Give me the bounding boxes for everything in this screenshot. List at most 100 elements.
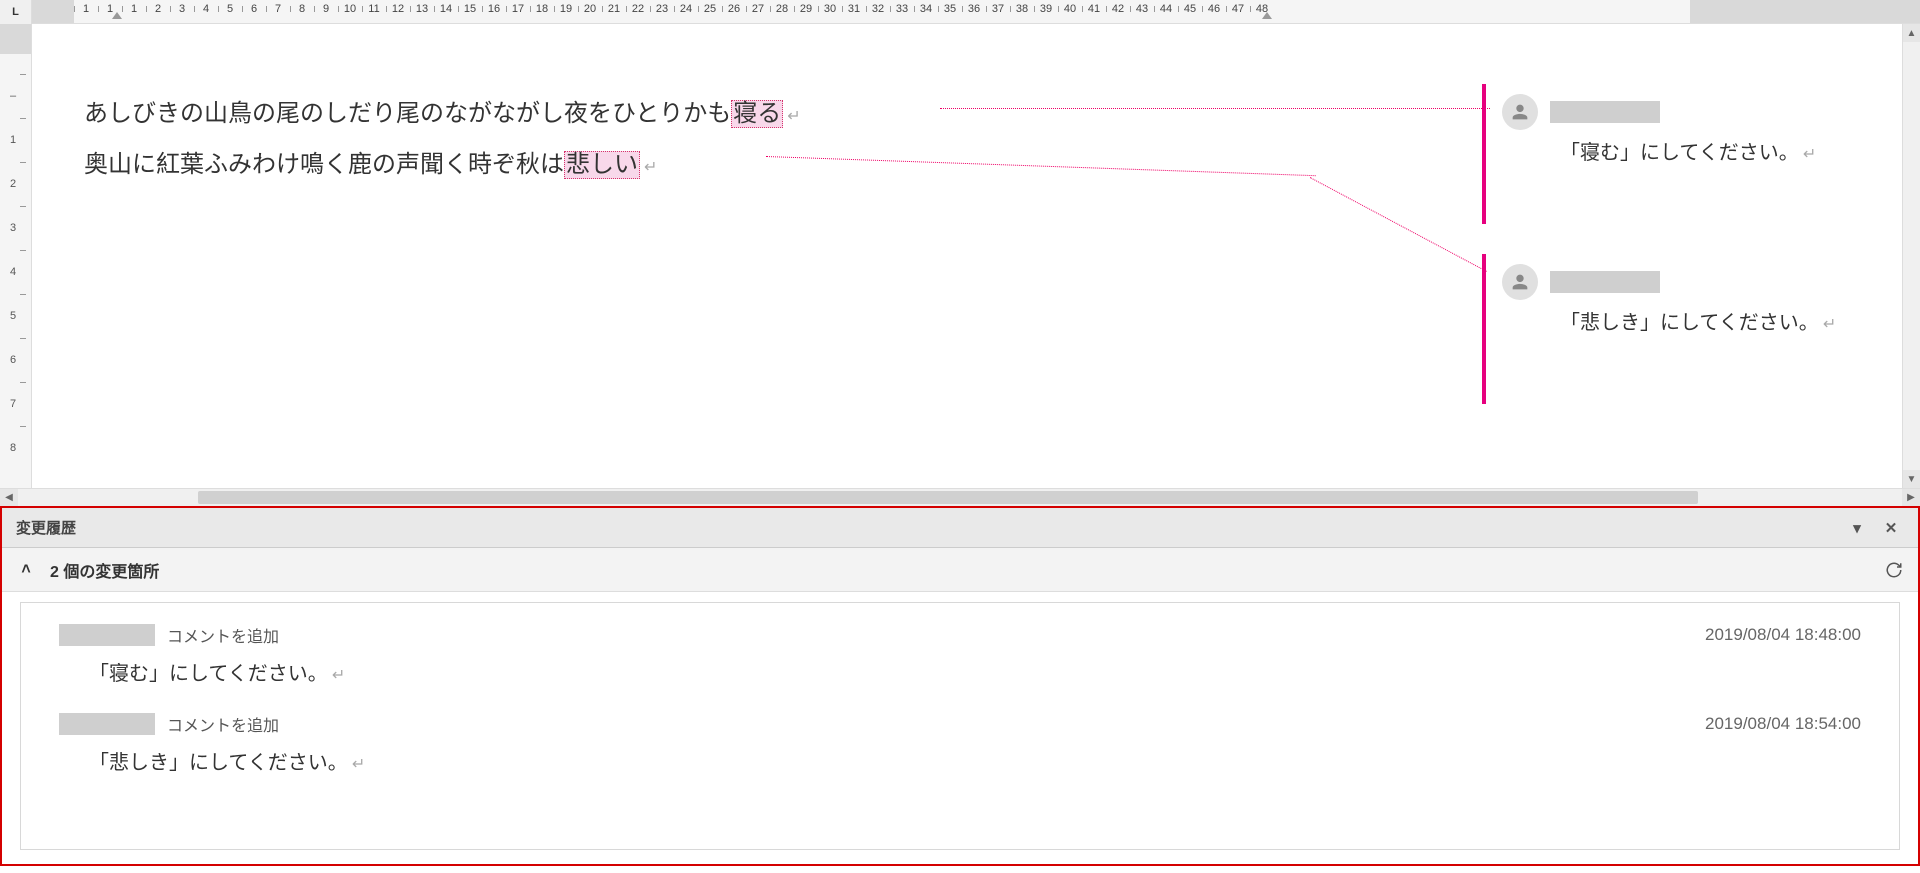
ruler-tick: 7 — [266, 3, 290, 15]
scroll-down-arrow-icon[interactable]: ▼ — [1903, 470, 1920, 488]
ruler-tick: 41 — [1082, 3, 1106, 15]
comment-bar-1 — [1482, 84, 1486, 224]
ruler-tick: 42 — [1106, 3, 1130, 15]
paragraph-mark: ↵ — [787, 108, 800, 125]
change-item[interactable]: コメントを追加 2019/08/04 18:54:00 「悲しき」にしてください… — [59, 712, 1861, 775]
scroll-up-arrow-icon[interactable]: ▲ — [1903, 24, 1920, 42]
paragraph-mark: ↵ — [1803, 146, 1816, 163]
change-author — [59, 624, 155, 646]
ruler-tick: 23 — [650, 3, 674, 15]
change-count-label: 2 個の変更箇所 — [50, 558, 159, 582]
comment-author — [1550, 101, 1660, 123]
ruler-tick: 46 — [1202, 3, 1226, 15]
scroll-track[interactable] — [18, 489, 1902, 506]
text-run[interactable]: 奥山に紅葉ふみわけ鳴く鹿の声聞く時ぞ秋は — [84, 152, 564, 178]
vertical-scrollbar[interactable]: ▲ ▼ — [1902, 24, 1920, 488]
ruler-tick: 47 — [1226, 3, 1250, 15]
ruler-tick: 16 — [482, 3, 506, 15]
comment-body[interactable]: 「寝む」にしてください。↵ — [1502, 136, 1892, 165]
reviewing-pane: 変更履歴 ▾ ✕ ˄ 2 個の変更箇所 コメントを追加 2019/08/04 1… — [0, 506, 1920, 866]
change-list[interactable]: コメントを追加 2019/08/04 18:48:00 「寝む」にしてください。… — [20, 602, 1900, 850]
change-item-header: コメントを追加 2019/08/04 18:54:00 — [59, 712, 1861, 736]
ruler-tick: 44 — [1154, 3, 1178, 15]
comment-connector-1 — [940, 108, 1490, 109]
change-timestamp: 2019/08/04 18:48:00 — [1705, 625, 1861, 645]
ruler-tick: 9 — [314, 3, 338, 15]
ruler-tick: 18 — [530, 3, 554, 15]
ruler-tick: 19 — [554, 3, 578, 15]
ruler-tick: 12 — [386, 3, 410, 15]
ruler-tick: 25 — [698, 3, 722, 15]
ruler-tick: 2 — [0, 162, 31, 206]
change-author — [59, 713, 155, 735]
commented-range-2[interactable]: 悲しい — [564, 151, 640, 179]
horizontal-ruler[interactable]: 1112345678910111213141516171819202122232… — [32, 0, 1920, 23]
ruler-tick: 36 — [962, 3, 986, 15]
ruler-tick: 45 — [1178, 3, 1202, 15]
ruler-tick: 1 — [0, 118, 31, 162]
ruler-tick: 31 — [842, 3, 866, 15]
ruler-tick: 43 — [1130, 3, 1154, 15]
commented-range-1[interactable]: 寝る — [731, 100, 783, 128]
ruler-tick: 5 — [218, 3, 242, 15]
comment-card-2[interactable]: 「悲しき」にしてください。↵ — [1502, 264, 1892, 335]
scroll-right-arrow-icon[interactable]: ▶ — [1902, 489, 1920, 506]
change-action-label: コメントを追加 — [167, 623, 279, 647]
ruler-tick: 20 — [578, 3, 602, 15]
pane-close-button[interactable]: ✕ — [1878, 515, 1904, 541]
right-indent-marker[interactable] — [1262, 12, 1272, 19]
chevron-up-icon: ˄ — [21, 561, 30, 579]
scroll-left-arrow-icon[interactable]: ◀ — [0, 489, 18, 506]
ruler-tick: 10 — [338, 3, 362, 15]
horizontal-ruler-area: L 11123456789101112131415161718192021222… — [0, 0, 1920, 24]
close-icon: ✕ — [1885, 519, 1898, 537]
paragraph-mark: ↵ — [352, 756, 365, 773]
change-timestamp: 2019/08/04 18:54:00 — [1705, 714, 1861, 734]
reviewing-pane-summary-row: ˄ 2 個の変更箇所 — [2, 548, 1918, 592]
page[interactable]: あしびきの山鳥の尾のしだり尾のながながし夜をひとりかも寝る↵ 奥山に紅葉ふみわけ… — [40, 32, 1480, 482]
ruler-tick: 30 — [818, 3, 842, 15]
refresh-icon — [1885, 561, 1903, 579]
ruler-margin-top — [0, 24, 31, 54]
paragraph-2[interactable]: 奥山に紅葉ふみわけ鳴く鹿の声聞く時ぞ秋は悲しい↵ — [40, 141, 1480, 192]
ruler-tick: 34 — [914, 3, 938, 15]
ruler-tick: 38 — [1010, 3, 1034, 15]
ruler-tick: 33 — [890, 3, 914, 15]
scroll-thumb[interactable] — [198, 491, 1698, 504]
ruler-tick: 26 — [722, 3, 746, 15]
comment-body[interactable]: 「悲しき」にしてください。↵ — [1502, 306, 1892, 335]
avatar-icon — [1502, 264, 1538, 300]
refresh-button[interactable] — [1884, 560, 1904, 580]
ruler-tick: 3 — [170, 3, 194, 15]
ruler-tick: 22 — [626, 3, 650, 15]
vertical-ruler[interactable]: –12345678 — [0, 24, 32, 488]
horizontal-scrollbar[interactable]: ◀ ▶ — [0, 488, 1920, 506]
reviewing-pane-title: 変更履歴 — [16, 517, 76, 538]
ruler-margin-right — [1690, 0, 1920, 23]
comment-card-1[interactable]: 「寝む」にしてください。↵ — [1502, 94, 1892, 165]
scroll-track[interactable] — [1903, 42, 1920, 470]
pane-options-button[interactable]: ▾ — [1844, 515, 1870, 541]
ruler-tick: 35 — [938, 3, 962, 15]
first-line-indent-marker[interactable] — [112, 12, 122, 19]
tab-selector[interactable]: L — [0, 0, 32, 24]
text-run[interactable]: あしびきの山鳥の尾のしだり尾のながながし夜をひとりかも — [84, 101, 731, 127]
ruler-tick: 3 — [0, 206, 31, 250]
change-item[interactable]: コメントを追加 2019/08/04 18:48:00 「寝む」にしてください。… — [59, 623, 1861, 686]
comment-bar-2 — [1482, 254, 1486, 404]
paragraph-mark: ↵ — [644, 159, 657, 176]
paragraph-mark: ↵ — [1823, 316, 1836, 333]
avatar-icon — [1502, 94, 1538, 130]
reviewing-pane-header: 変更履歴 ▾ ✕ — [2, 508, 1918, 548]
document-canvas[interactable]: あしびきの山鳥の尾のしだり尾のながながし夜をひとりかも寝る↵ 奥山に紅葉ふみわけ… — [32, 24, 1902, 488]
ruler-tick: 28 — [770, 3, 794, 15]
ruler-tick: 2 — [146, 3, 170, 15]
ruler-tick: 21 — [602, 3, 626, 15]
paragraph-mark: ↵ — [332, 667, 345, 684]
ruler-tick: 5 — [0, 294, 31, 338]
ruler-tick: 24 — [674, 3, 698, 15]
ruler-tick: – — [0, 74, 31, 118]
collapse-toggle[interactable]: ˄ — [16, 560, 36, 580]
paragraph-1[interactable]: あしびきの山鳥の尾のしだり尾のながながし夜をひとりかも寝る↵ — [40, 32, 1480, 141]
ruler-margin-left — [32, 0, 74, 23]
